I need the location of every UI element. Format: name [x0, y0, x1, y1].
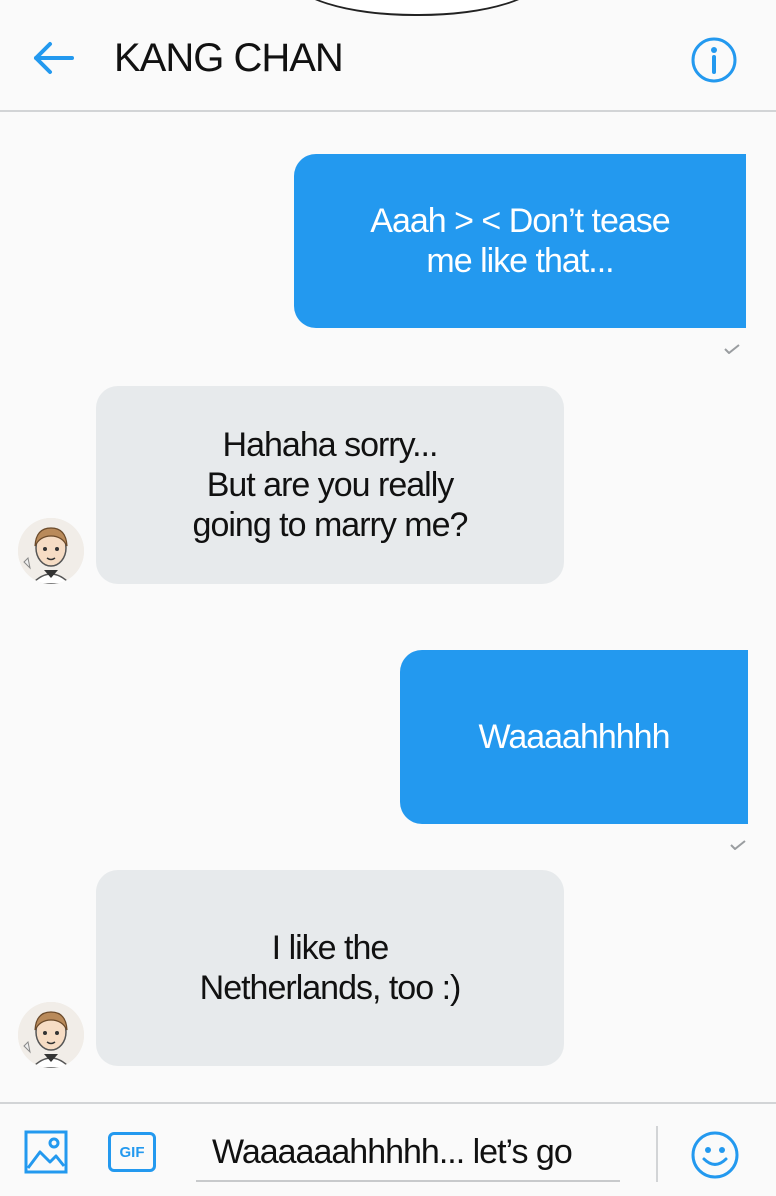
info-circle-icon: [691, 37, 737, 83]
message-list: Aaah > < Don’t tease me like that... Hah…: [0, 112, 776, 1102]
emoji-button[interactable]: [690, 1130, 740, 1180]
avatar-illustration-icon: [18, 1002, 84, 1068]
avatar-illustration-icon: [18, 518, 84, 584]
contact-name: KANG CHAN: [114, 36, 344, 80]
message-bubble-outgoing[interactable]: Aaah > < Don’t tease me like that...: [294, 154, 746, 328]
contact-avatar[interactable]: [18, 1002, 84, 1068]
message-input-wrapper: [196, 1124, 620, 1182]
message-bubble-incoming[interactable]: I like the Netherlands, too :): [96, 870, 564, 1066]
chat-header: KANG CHAN: [0, 0, 776, 112]
smiley-icon: [691, 1131, 739, 1179]
back-button[interactable]: [30, 38, 76, 78]
sent-check-icon: [730, 840, 746, 850]
message-input[interactable]: [196, 1124, 620, 1180]
contact-avatar[interactable]: [18, 518, 84, 584]
message-bubble-outgoing[interactable]: Waaaahhhhh: [400, 650, 748, 824]
image-icon: [24, 1130, 68, 1174]
message-composer: GIF: [0, 1102, 776, 1196]
attach-image-button[interactable]: [24, 1130, 68, 1174]
chat-screen: KANG CHAN Aaah > < Don’t tease me like t…: [0, 0, 776, 1196]
gif-button[interactable]: GIF: [108, 1132, 156, 1172]
info-button[interactable]: [690, 36, 738, 84]
sent-check-icon: [724, 344, 740, 354]
message-bubble-incoming[interactable]: Hahaha sorry... But are you really going…: [96, 386, 564, 584]
composer-divider: [656, 1126, 658, 1182]
arrow-left-icon: [34, 42, 74, 74]
